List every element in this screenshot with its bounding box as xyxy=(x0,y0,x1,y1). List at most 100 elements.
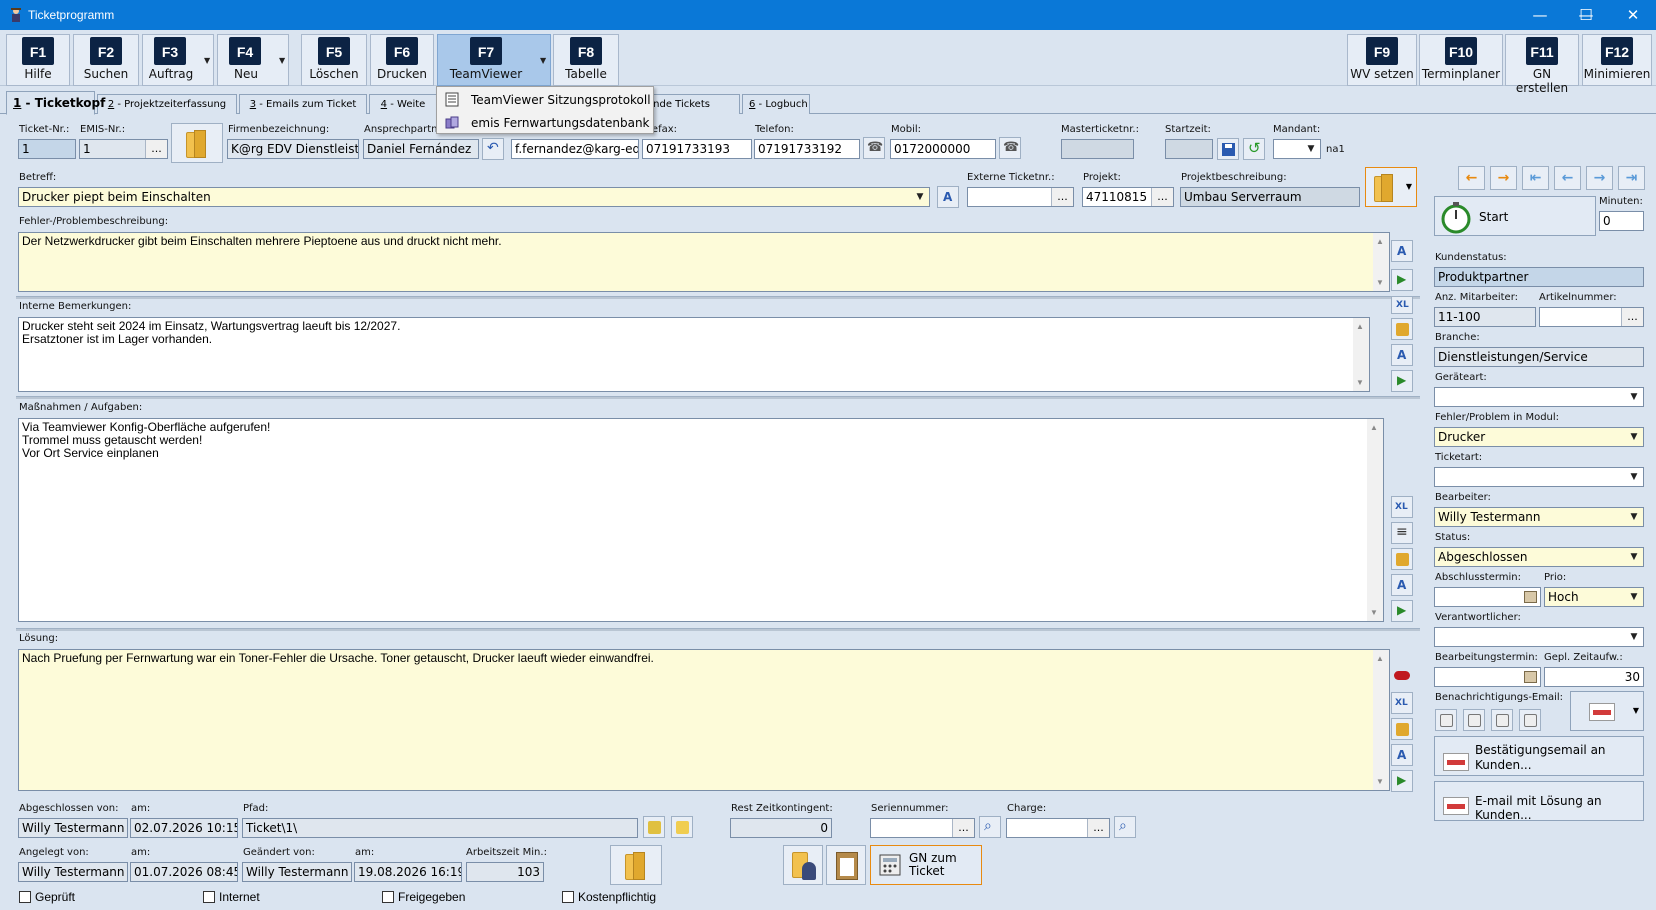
search-icon[interactable]: ⌕ xyxy=(979,816,1001,838)
geaendert-am-field[interactable]: 19.08.2026 16:19:02 xyxy=(354,862,462,882)
tab-offene-tickets[interactable]: ende Tickets xyxy=(640,94,740,114)
mobil-field[interactable]: 0172000000 xyxy=(890,139,996,159)
import-text-icon[interactable]: ▶ xyxy=(1391,770,1413,792)
bearbeitungstermin-field[interactable] xyxy=(1434,667,1541,687)
next-arrow-icon[interactable]: → xyxy=(1490,166,1517,190)
pfad-field[interactable]: Ticket\1\ xyxy=(242,818,638,838)
geprueft-checkbox[interactable] xyxy=(19,891,31,903)
excel-export-icon[interactable]: XL xyxy=(1391,296,1413,314)
clipboard-icon[interactable] xyxy=(1391,548,1413,570)
f7-dropdown-icon[interactable]: ▼ xyxy=(540,56,550,65)
fehler-textarea[interactable]: Der Netzwerkdrucker gibt beim Einschalte… xyxy=(18,232,1390,292)
rest-zeit-field[interactable]: 0 xyxy=(730,818,832,838)
f7-teamviewer-button[interactable]: F7 TeamViewer xyxy=(437,34,551,86)
phone-dial-icon[interactable]: ☎ xyxy=(863,137,885,159)
close-button[interactable]: ✕ xyxy=(1610,0,1656,30)
massnahmen-textarea[interactable]: Via Teamviewer Konfig-Oberfläche aufgeru… xyxy=(18,418,1384,622)
bestaetigungsemail-button[interactable]: Bestätigungsemail an Kunden... xyxy=(1434,736,1644,776)
menu-item-fernwartungsdatenbank[interactable]: emis Fernwartungsdatenbank xyxy=(437,111,653,134)
clipboard-list-button[interactable] xyxy=(826,845,866,885)
customer-folder-button[interactable] xyxy=(171,123,223,163)
clipboard-icon[interactable] xyxy=(1391,718,1413,740)
geaendert-von-field[interactable]: Willy Testermann xyxy=(242,862,352,882)
kostenpflichtig-checkbox[interactable] xyxy=(562,891,574,903)
projekt-lookup-button[interactable]: ... xyxy=(1151,188,1173,206)
kundenstatus-field[interactable]: Produktpartner xyxy=(1434,267,1644,287)
anz-mitarbeiter-field[interactable]: 11-100 xyxy=(1434,307,1536,327)
tab-ticketkopf[interactable]: 1 - Ticketkopf xyxy=(6,91,105,115)
mail-notify-icon[interactable] xyxy=(1435,709,1457,731)
telefon-field[interactable]: 07191733192 xyxy=(754,139,860,159)
charge-field[interactable]: ... xyxy=(1006,818,1110,838)
f5-delete-button[interactable]: F5 Löschen xyxy=(301,34,367,86)
refresh-icon[interactable]: ↺ xyxy=(1243,138,1265,160)
abgeschlossen-am-field[interactable]: 02.07.2026 10:15:00 xyxy=(130,818,238,838)
f6-print-button[interactable]: F6 Drucken xyxy=(370,34,434,86)
geraeteart-select[interactable]: ▼ xyxy=(1434,387,1644,407)
verantwortlicher-select[interactable]: ▼ xyxy=(1434,627,1644,647)
f2-search-button[interactable]: F2 Suchen xyxy=(73,34,139,86)
spellcheck-icon[interactable]: A xyxy=(1391,240,1413,262)
freigegeben-checkbox[interactable] xyxy=(382,891,394,903)
fehler-modul-select[interactable]: Drucker ▼ xyxy=(1434,427,1644,447)
import-text-icon[interactable]: ▶ xyxy=(1391,600,1413,622)
f8-table-button[interactable]: F8 Tabelle xyxy=(553,34,619,86)
f1-help-button[interactable]: F1 Hilfe xyxy=(6,34,70,86)
abgeschlossen-von-field[interactable]: Willy Testermann xyxy=(18,818,128,838)
folder-open-icon[interactable] xyxy=(643,816,665,838)
maximize-button[interactable]: ☐ xyxy=(1563,0,1609,30)
splitter[interactable] xyxy=(16,628,1420,631)
arbeitszeit-field[interactable]: 103 xyxy=(466,862,544,882)
projekt-field[interactable]: 47110815... xyxy=(1082,187,1174,207)
tab-projektzeiterfassung[interactable]: 2 - Projektzeiterfassung xyxy=(97,94,237,114)
artikelnummer-field[interactable]: ... xyxy=(1539,307,1644,327)
contact-folder-button[interactable] xyxy=(783,845,823,885)
first-record-icon[interactable]: ⇤ xyxy=(1522,166,1549,190)
spellcheck-icon[interactable]: A xyxy=(1391,574,1413,596)
splitter[interactable] xyxy=(16,296,1420,299)
f3-dropdown-icon[interactable]: ▼ xyxy=(204,56,214,65)
f4-dropdown-icon[interactable]: ▼ xyxy=(279,56,289,65)
externe-ticketnr-field[interactable]: ... xyxy=(967,187,1074,207)
list-icon[interactable]: ≡ xyxy=(1391,522,1413,544)
projektbeschreibung-field[interactable]: Umbau Serverraum xyxy=(1180,187,1360,207)
tab-logbuch[interactable]: 6 - Logbuch xyxy=(742,94,810,114)
tab-weitere[interactable]: 4 - Weite xyxy=(369,94,437,114)
ticket-nr-field[interactable]: 1 xyxy=(18,139,76,159)
mail-notify-icon[interactable] xyxy=(1519,709,1541,731)
import-text-icon[interactable]: ▶ xyxy=(1391,269,1413,291)
calendar-icon[interactable] xyxy=(1524,671,1537,683)
angelegt-am-field[interactable]: 01.07.2026 08:45:00 xyxy=(130,862,238,882)
emis-nr-field[interactable]: 1... xyxy=(79,139,168,159)
interne-textarea[interactable]: Drucker steht seit 2024 im Einsatz, Wart… xyxy=(18,317,1370,392)
branche-field[interactable]: Dienstleistungen/Service xyxy=(1434,347,1644,367)
menu-item-teamviewer-protokoll[interactable]: TeamViewer Sitzungsprotokoll xyxy=(437,88,653,111)
ticketart-select[interactable]: ▼ xyxy=(1434,467,1644,487)
clipboard-icon[interactable] xyxy=(1391,318,1413,340)
emis-lookup-button[interactable]: ... xyxy=(145,140,167,158)
f12-minimize-button[interactable]: F12 Minimieren xyxy=(1582,34,1652,86)
mail-notify-icon[interactable] xyxy=(1491,709,1513,731)
search-icon[interactable]: ⌕ xyxy=(1114,816,1136,838)
email-field[interactable]: f.fernandez@karg-edv.de xyxy=(511,139,639,159)
lips-icon[interactable] xyxy=(1391,666,1413,688)
last-record-icon[interactable]: ⇥ xyxy=(1618,166,1645,190)
gn-zum-ticket-button[interactable]: GN zum Ticket xyxy=(870,845,982,885)
splitter[interactable] xyxy=(16,396,1420,399)
spellcheck-icon[interactable]: A xyxy=(1391,344,1413,366)
mandant-select[interactable]: ▼ xyxy=(1273,139,1321,159)
import-text-icon[interactable]: ▶ xyxy=(1391,370,1413,392)
start-timer-button[interactable]: Start xyxy=(1434,196,1596,236)
email-loesung-button[interactable]: E-mail mit Lösung an Kunden... xyxy=(1434,781,1644,822)
gepl-zeitaufw-field[interactable]: 30 xyxy=(1544,667,1644,687)
masterticket-field[interactable] xyxy=(1061,139,1134,159)
f11-gn-button[interactable]: F11 GN erstellen xyxy=(1505,34,1579,95)
ansprechpartner-field[interactable]: Daniel Fernández xyxy=(363,139,479,159)
angelegt-von-field[interactable]: Willy Testermann xyxy=(18,862,128,882)
folder-browse-icon[interactable] xyxy=(671,816,693,838)
tab-emails[interactable]: 3 - Emails zum Ticket xyxy=(239,94,367,114)
f9-wv-button[interactable]: F9 WV setzen xyxy=(1347,34,1417,86)
forward-icon[interactable]: → xyxy=(1586,166,1613,190)
seriennummer-field[interactable]: ... xyxy=(870,818,975,838)
email-options-button[interactable]: ▼ xyxy=(1570,691,1644,731)
